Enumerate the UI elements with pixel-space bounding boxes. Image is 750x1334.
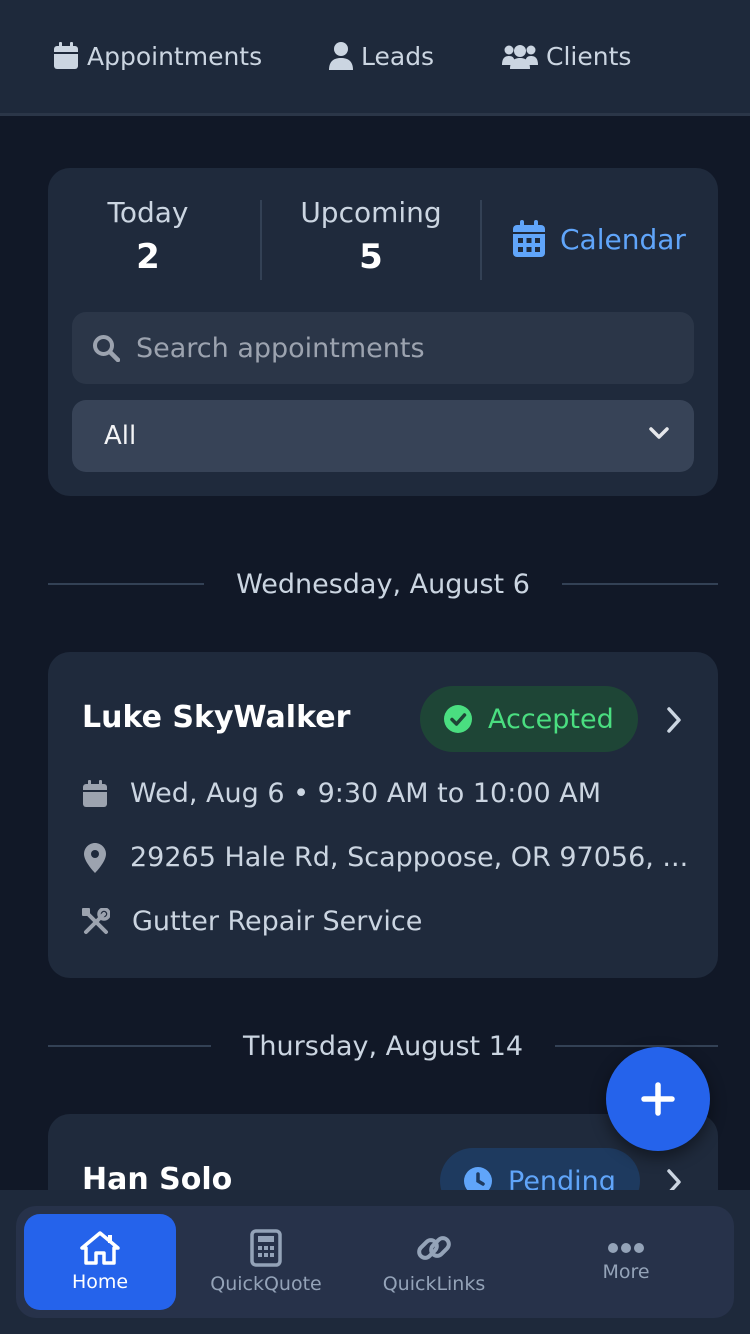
today-stat: Today 2	[88, 196, 208, 277]
appointment-card[interactable]: Luke SkyWalker Accepted Wed, Aug 6 • 9:3…	[48, 652, 718, 978]
tab-more-label: More	[602, 1261, 650, 1283]
chevron-right-icon	[667, 707, 681, 733]
upcoming-label: Upcoming	[300, 196, 442, 229]
date-separator: Wednesday, August 6	[48, 564, 719, 604]
top-navigation: Appointments Leads Clients	[0, 0, 750, 116]
check-circle-icon	[444, 705, 472, 733]
service-text: Gutter Repair Service	[132, 906, 423, 937]
more-icon	[608, 1243, 644, 1253]
calendar-days-icon	[513, 220, 545, 257]
calendar-icon	[83, 779, 107, 807]
nav-appointments[interactable]: Appointments	[53, 38, 262, 74]
home-icon	[80, 1231, 120, 1265]
client-name: Luke SkyWalker	[82, 700, 351, 735]
nav-clients-label: Clients	[546, 41, 632, 71]
tab-quickquote[interactable]: QuickQuote	[196, 1214, 336, 1310]
tools-icon	[82, 907, 110, 934]
bottom-navigation: Home QuickQuote QuickLinks More	[16, 1206, 734, 1318]
tab-quicklinks[interactable]: QuickLinks	[364, 1214, 504, 1310]
filter-select[interactable]: All	[72, 400, 694, 472]
filter-value: All	[104, 421, 137, 451]
chevron-down-icon	[649, 427, 669, 439]
summary-card: Today 2 Upcoming 5 Calendar All	[48, 168, 718, 496]
status-badge: Accepted	[420, 686, 638, 752]
stat-divider	[260, 200, 262, 280]
plus-icon	[641, 1082, 675, 1116]
stat-divider	[480, 200, 482, 280]
add-appointment-button[interactable]	[606, 1047, 710, 1151]
calendar-icon	[54, 42, 78, 69]
divider-line	[48, 583, 205, 585]
location-pin-icon	[84, 842, 106, 873]
appointment-service: Gutter Repair Service	[82, 906, 422, 937]
search-box	[72, 312, 694, 384]
datetime-text: Wed, Aug 6 • 9:30 AM to 10:00 AM	[130, 778, 602, 809]
tab-home[interactable]: Home	[24, 1214, 176, 1310]
tab-more[interactable]: More	[556, 1214, 696, 1310]
divider-line	[555, 1045, 719, 1047]
nav-leads[interactable]: Leads	[329, 38, 434, 74]
divider-line	[561, 583, 719, 585]
users-icon	[502, 45, 538, 69]
search-input[interactable]	[136, 332, 656, 364]
date-heading: Wednesday, August 6	[236, 568, 530, 600]
date-separator: Thursday, August 14	[48, 1026, 719, 1066]
tab-home-label: Home	[71, 1271, 129, 1293]
upcoming-count: 5	[359, 237, 383, 277]
nav-clients[interactable]: Clients	[502, 38, 631, 74]
date-heading: Thursday, August 14	[242, 1030, 524, 1062]
calendar-link[interactable]: Calendar	[512, 220, 686, 258]
status-label: Accepted	[488, 703, 614, 735]
nav-leads-label: Leads	[361, 41, 435, 71]
upcoming-stat: Upcoming 5	[292, 196, 450, 277]
calendar-link-label: Calendar	[560, 222, 686, 256]
tab-quickquote-label: QuickQuote	[210, 1273, 322, 1295]
divider-line	[48, 1045, 211, 1047]
appointment-datetime: Wed, Aug 6 • 9:30 AM to 10:00 AM	[82, 778, 601, 809]
link-icon	[417, 1236, 451, 1260]
nav-appointments-label: Appointments	[87, 41, 263, 71]
search-icon	[93, 335, 120, 362]
appointment-address: 29265 Hale Rd, Scappoose, OR 97056, ...	[82, 842, 688, 873]
tab-quicklinks-label: QuickLinks	[382, 1273, 486, 1295]
user-icon	[329, 42, 353, 70]
today-count: 2	[136, 237, 160, 277]
calculator-icon	[250, 1229, 282, 1267]
today-label: Today	[107, 196, 189, 229]
address-text: 29265 Hale Rd, Scappoose, OR 97056, ...	[130, 842, 689, 873]
